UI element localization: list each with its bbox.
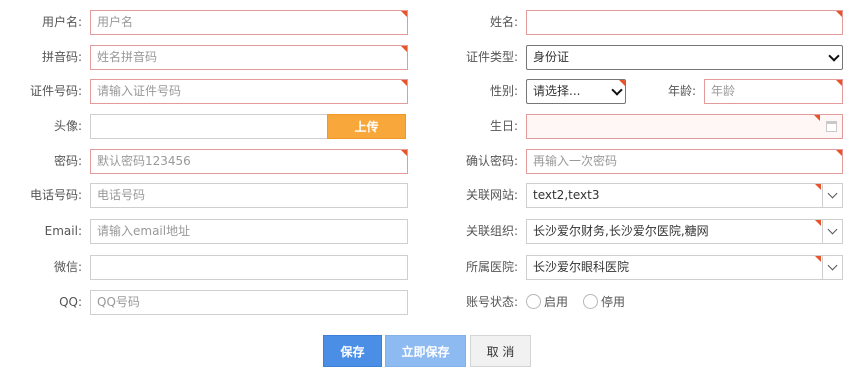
- password-value: 默认密码123456: [97, 154, 191, 168]
- birthday-label: 生日:: [489, 119, 518, 133]
- pinyin-input[interactable]: 姓名拼音码: [90, 45, 408, 70]
- age-input[interactable]: 年龄: [704, 79, 843, 104]
- birthday-input[interactable]: [526, 114, 843, 139]
- chevron-down-icon: [827, 224, 838, 235]
- required-marker-icon: [815, 256, 821, 262]
- id-number-input[interactable]: 请输入证件号码: [90, 79, 408, 104]
- chevron-down-icon: [828, 50, 840, 62]
- required-marker-icon: [401, 46, 407, 52]
- required-marker-icon: [401, 11, 407, 17]
- gender-select[interactable]: 请选择...: [526, 79, 626, 104]
- email-input[interactable]: 请输入email地址: [90, 219, 408, 244]
- id-type-label: 证件类型:: [465, 50, 518, 64]
- hospital-label: 所属医院:: [465, 260, 518, 274]
- organizations-label: 关联组织:: [465, 224, 518, 238]
- phone-label: 电话号码:: [29, 188, 82, 202]
- wechat-input[interactable]: [90, 255, 408, 280]
- required-marker-icon: [401, 150, 407, 156]
- organizations-value: 长沙爱尔财务,长沙爱尔医院,糖网: [533, 224, 709, 238]
- chevron-down-icon: [611, 84, 623, 96]
- id-number-label: 证件号码:: [29, 84, 82, 98]
- avatar-label: 头像:: [53, 119, 82, 133]
- websites-label: 关联网站:: [465, 188, 518, 202]
- organizations-dropdown-button[interactable]: [822, 220, 842, 243]
- status-disabled-radio[interactable]: [583, 294, 598, 309]
- chevron-down-icon: [827, 260, 838, 271]
- name-input[interactable]: [526, 10, 843, 35]
- name-label: 姓名:: [489, 15, 518, 29]
- required-marker-icon: [836, 150, 842, 156]
- gender-label: 性别:: [489, 84, 518, 98]
- required-marker-icon: [814, 115, 820, 121]
- required-marker-icon: [815, 184, 821, 190]
- id-type-value: 身份证: [533, 50, 570, 64]
- phone-placeholder: 电话号码: [97, 188, 146, 202]
- hospital-combo[interactable]: 长沙爱尔眼科医院: [526, 255, 843, 280]
- status-enabled-label: 启用: [544, 295, 569, 309]
- qq-input[interactable]: QQ号码: [90, 290, 408, 315]
- required-marker-icon: [836, 80, 842, 86]
- websites-value: text2,text3: [533, 188, 600, 202]
- age-label: 年龄:: [667, 84, 696, 98]
- phone-input[interactable]: 电话号码: [90, 183, 408, 208]
- confirm-password-input[interactable]: 再输入一次密码: [526, 149, 843, 174]
- required-marker-icon: [836, 11, 842, 17]
- id-number-placeholder: 请输入证件号码: [97, 84, 182, 98]
- websites-dropdown-button[interactable]: [822, 184, 842, 207]
- avatar-path-input[interactable]: [90, 114, 328, 139]
- required-marker-icon: [401, 80, 407, 86]
- confirm-password-label: 确认密码:: [465, 154, 518, 168]
- username-placeholder: 用户名: [97, 15, 134, 29]
- websites-combo[interactable]: text2,text3: [526, 183, 843, 208]
- save-button[interactable]: 保存: [323, 335, 382, 367]
- save-now-button[interactable]: 立即保存: [385, 335, 466, 367]
- username-input[interactable]: 用户名: [90, 10, 408, 35]
- email-label: Email:: [44, 224, 82, 238]
- status-enabled-radio[interactable]: [526, 294, 541, 309]
- confirm-password-placeholder: 再输入一次密码: [533, 154, 618, 168]
- age-placeholder: 年龄: [711, 84, 736, 98]
- calendar-icon[interactable]: [826, 121, 837, 132]
- email-placeholder: 请输入email地址: [97, 224, 191, 238]
- cancel-button[interactable]: 取 消: [470, 335, 531, 367]
- password-label: 密码:: [53, 154, 82, 168]
- pinyin-placeholder: 姓名拼音码: [97, 50, 158, 64]
- wechat-label: 微信:: [53, 260, 82, 274]
- chevron-down-icon: [827, 188, 838, 199]
- pinyin-label: 拼音码:: [41, 50, 82, 64]
- username-label: 用户名:: [41, 15, 82, 29]
- qq-label: QQ:: [59, 295, 82, 309]
- required-marker-icon: [815, 220, 821, 226]
- hospital-dropdown-button[interactable]: [822, 256, 842, 279]
- upload-button[interactable]: 上传: [327, 114, 406, 139]
- status-disabled-label: 停用: [601, 295, 626, 309]
- required-marker-icon: [619, 80, 625, 86]
- gender-value: 请选择...: [533, 84, 581, 98]
- password-input[interactable]: 默认密码123456: [90, 149, 408, 174]
- account-status-label: 账号状态:: [465, 295, 518, 309]
- id-type-select[interactable]: 身份证: [526, 45, 843, 70]
- hospital-value: 长沙爱尔眼科医院: [533, 260, 630, 274]
- organizations-combo[interactable]: 长沙爱尔财务,长沙爱尔医院,糖网: [526, 219, 843, 244]
- qq-placeholder: QQ号码: [97, 295, 140, 309]
